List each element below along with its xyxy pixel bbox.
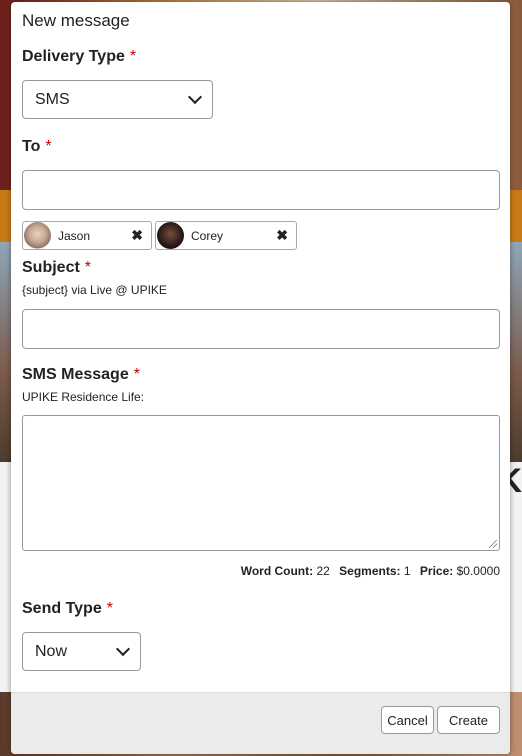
avatar bbox=[24, 222, 51, 249]
new-message-modal: New message Delivery Type * SMS To * Jason… bbox=[11, 2, 510, 754]
required-marker: * bbox=[133, 366, 140, 383]
segments-label: Segments: bbox=[339, 564, 401, 578]
price-value: $0.0000 bbox=[456, 564, 500, 578]
sms-message-label: SMS Message * bbox=[22, 366, 140, 384]
send-type-select[interactable]: Now bbox=[22, 632, 141, 671]
chevron-down-icon bbox=[115, 641, 131, 657]
subject-hint: {subject} via Live @ UPIKE bbox=[22, 283, 167, 297]
subject-label: Subject * bbox=[22, 259, 91, 277]
recipient-chip-jason: Jason ✖ bbox=[22, 221, 152, 250]
resize-handle-icon[interactable] bbox=[489, 540, 497, 548]
remove-recipient-icon[interactable]: ✖ bbox=[276, 227, 288, 244]
cancel-button[interactable]: Cancel bbox=[381, 706, 434, 734]
to-label: To * bbox=[22, 138, 52, 156]
recipient-name: Jason bbox=[58, 229, 91, 243]
send-type-label-text: Send Type bbox=[22, 600, 102, 617]
sms-message-hint: UPIKE Residence Life: bbox=[22, 390, 145, 404]
word-count-value: 22 bbox=[316, 564, 330, 578]
send-type-label: Send Type * bbox=[22, 600, 113, 618]
create-button[interactable]: Create bbox=[437, 706, 500, 734]
price-label: Price: bbox=[419, 564, 454, 578]
recipient-name: Corey bbox=[191, 229, 224, 243]
delivery-type-value: SMS bbox=[35, 90, 70, 108]
sms-message-textarea[interactable] bbox=[22, 415, 500, 551]
to-label-text: To bbox=[22, 138, 41, 155]
required-marker: * bbox=[106, 600, 113, 617]
subject-label-text: Subject bbox=[22, 259, 80, 276]
delivery-type-select[interactable]: SMS bbox=[22, 80, 213, 119]
delivery-type-label-text: Delivery Type bbox=[22, 48, 125, 65]
delivery-type-label: Delivery Type * bbox=[22, 48, 136, 66]
required-marker: * bbox=[129, 48, 137, 65]
modal-footer: Cancel Create bbox=[11, 692, 510, 754]
send-type-value: Now bbox=[35, 642, 68, 660]
chevron-down-icon bbox=[187, 89, 203, 105]
segments-value: 1 bbox=[403, 564, 411, 578]
required-marker: * bbox=[84, 259, 92, 276]
avatar bbox=[157, 222, 184, 249]
modal-title: New message bbox=[22, 11, 130, 30]
sms-message-label-text: SMS Message bbox=[22, 366, 129, 383]
to-input[interactable] bbox=[22, 170, 500, 210]
remove-recipient-icon[interactable]: ✖ bbox=[131, 227, 143, 244]
message-stats: Word Count: 22 Segments: 1 Price: $0.000… bbox=[241, 564, 500, 578]
recipient-chip-corey: Corey ✖ bbox=[155, 221, 297, 250]
word-count-label: Word Count: bbox=[240, 564, 314, 578]
required-marker: * bbox=[45, 138, 52, 155]
subject-input[interactable] bbox=[22, 309, 500, 349]
